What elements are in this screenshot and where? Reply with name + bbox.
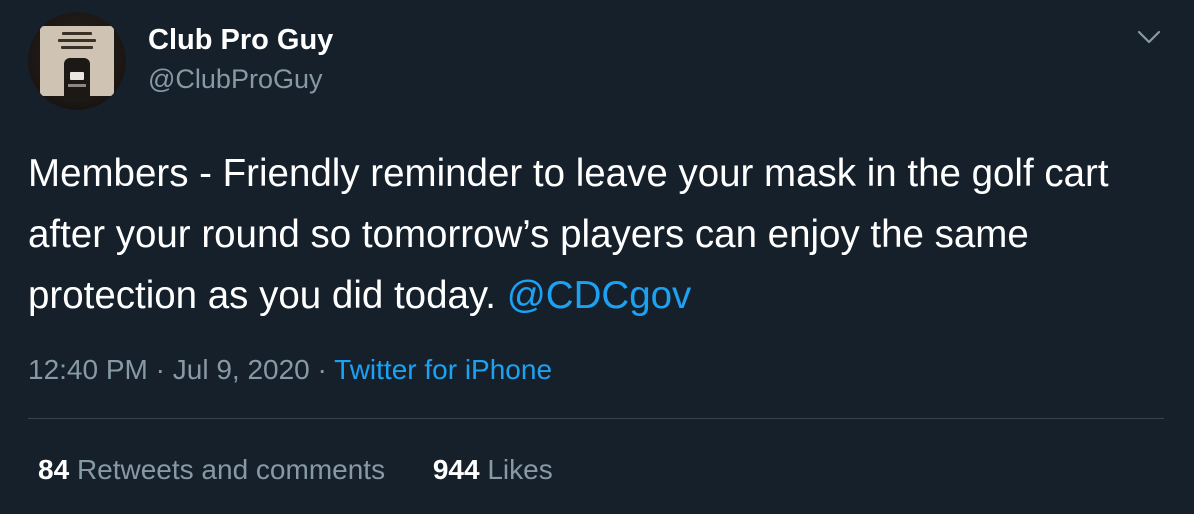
- meta-separator: ·: [147, 354, 173, 385]
- likes-count: 944: [432, 454, 480, 485]
- tweet-time[interactable]: 12:40 PM: [28, 354, 148, 385]
- retweets-stat[interactable]: 84 Retweets and comments: [38, 450, 385, 490]
- avatar[interactable]: [28, 12, 126, 110]
- author-name[interactable]: Club Pro Guy: [148, 22, 333, 58]
- author-handle[interactable]: @ClubProGuy: [148, 62, 322, 96]
- retweets-label: Retweets and comments: [76, 454, 386, 485]
- tweet-source-link[interactable]: Twitter for iPhone: [334, 354, 552, 385]
- retweets-count: 84: [38, 454, 70, 485]
- avatar-figure-graphic: [64, 58, 90, 102]
- divider: [28, 418, 1164, 419]
- chevron-down-icon[interactable]: [1136, 26, 1162, 48]
- tweet-card: Club Pro Guy @ClubProGuy Members - Frien…: [0, 0, 1194, 514]
- mention-link[interactable]: @CDCgov: [507, 274, 692, 317]
- tweet-meta: 12:40 PM · Jul 9, 2020 · Twitter for iPh…: [28, 350, 552, 390]
- tweet-text: Members - Friendly reminder to leave you…: [28, 143, 1168, 326]
- likes-label: Likes: [487, 454, 553, 485]
- likes-stat[interactable]: 944 Likes: [433, 450, 553, 490]
- tweet-stats: 84 Retweets and comments 944 Likes: [38, 450, 553, 490]
- meta-separator: ·: [309, 354, 335, 385]
- tweet-date[interactable]: Jul 9, 2020: [173, 354, 310, 385]
